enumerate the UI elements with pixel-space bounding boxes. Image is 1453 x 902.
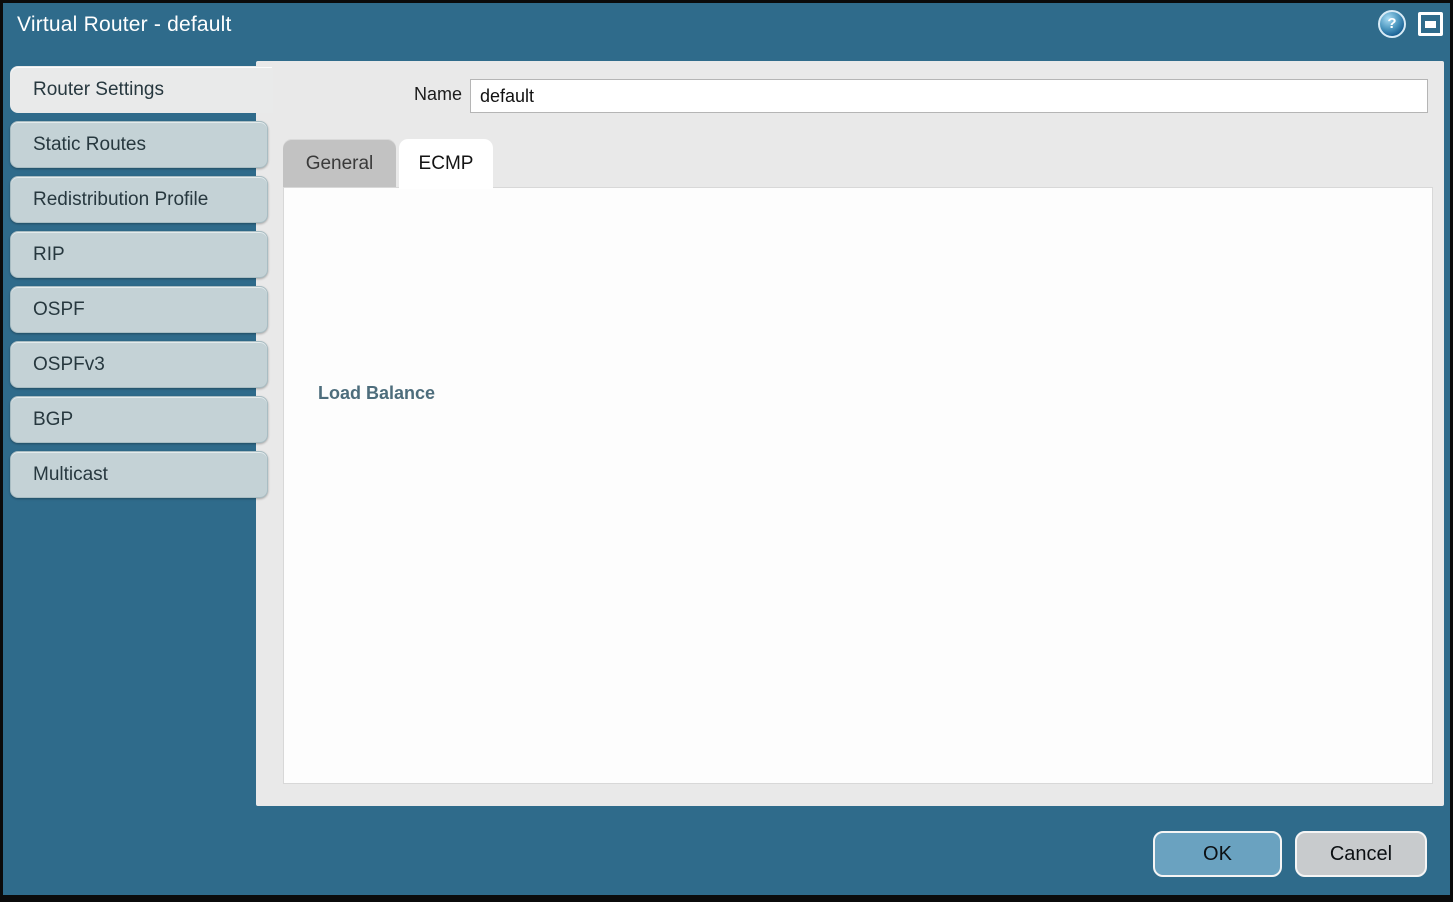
sidebar-item-bgp[interactable]: BGP	[10, 396, 268, 443]
window-restore-icon-inner	[1425, 21, 1436, 28]
sidebar-item-multicast[interactable]: Multicast	[10, 451, 268, 498]
dialog-title: Virtual Router - default	[17, 13, 232, 37]
name-input[interactable]	[470, 79, 1428, 113]
sidebar-item-router-settings[interactable]: Router Settings	[10, 66, 273, 113]
sidebar-item-ospfv3[interactable]: OSPFv3	[10, 341, 268, 388]
virtual-router-dialog: Virtual Router - default ? Router Settin…	[0, 0, 1453, 902]
load-balance-legend: Load Balance	[313, 383, 440, 404]
ecmp-tab-panel	[283, 187, 1433, 784]
sidebar-item-static-routes[interactable]: Static Routes	[10, 121, 268, 168]
help-icon[interactable]: ?	[1378, 10, 1406, 38]
sidebar-item-ospf[interactable]: OSPF	[10, 286, 268, 333]
ok-button[interactable]: OK	[1153, 831, 1282, 877]
window-restore-icon[interactable]	[1418, 12, 1443, 36]
cancel-button[interactable]: Cancel	[1295, 831, 1427, 877]
tab-general[interactable]: General	[283, 139, 396, 188]
name-label: Name	[380, 84, 462, 105]
sidebar-item-rip[interactable]: RIP	[10, 231, 268, 278]
sidebar-item-redistribution-profile[interactable]: Redistribution Profile	[10, 176, 268, 223]
tab-ecmp[interactable]: ECMP	[399, 139, 493, 189]
